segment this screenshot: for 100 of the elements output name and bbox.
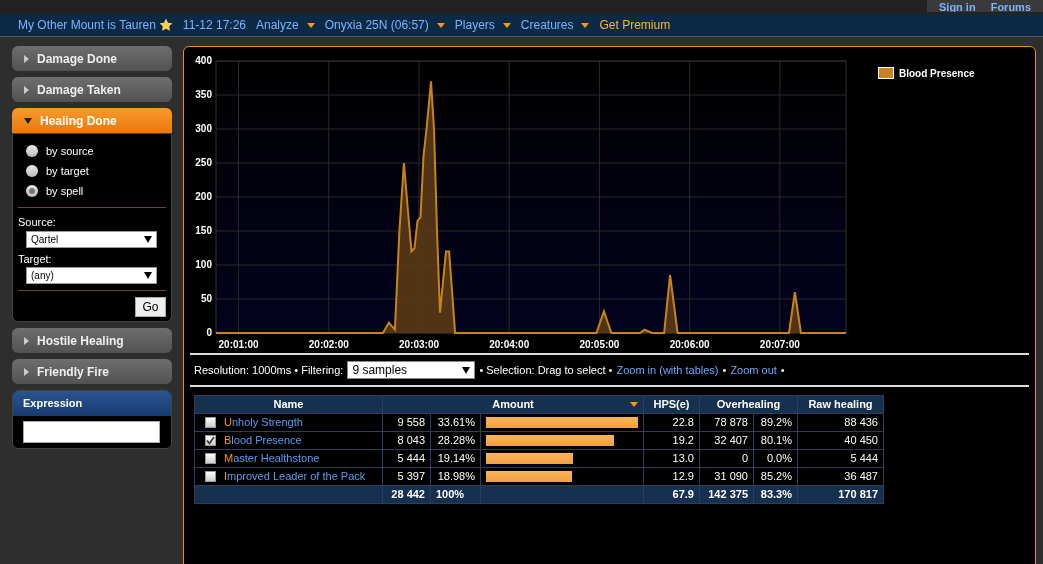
table-cell: 22.8: [643, 413, 700, 432]
y-tick-label: 400: [194, 56, 212, 66]
field-label: Source:: [18, 215, 57, 230]
legend-swatch: [878, 67, 894, 79]
table-cell: 88 436: [797, 413, 884, 432]
table-cell: 9 558: [382, 413, 431, 432]
sidebar-section-header[interactable]: Friendly Fire: [12, 359, 172, 384]
zoom-out-link[interactable]: Zoom out: [730, 361, 777, 379]
sidebar-section-header[interactable]: Hostile Healing: [12, 328, 172, 353]
y-tick-label: 300: [194, 124, 212, 134]
toolbar-text: Resolution: 1000ms • Filtering:: [194, 362, 344, 378]
y-tick-label: 200: [194, 192, 212, 202]
total-cell: 142 375: [699, 485, 754, 504]
legend-label: Blood Presence: [899, 66, 975, 81]
table-cell: 0: [699, 449, 754, 468]
source-select[interactable]: Qartel: [26, 230, 157, 248]
x-tick-label: 20:01:00: [218, 340, 259, 350]
caret-down-icon: [436, 22, 445, 28]
y-tick-label: 350: [194, 90, 212, 100]
spell-name-link[interactable]: Unholy Strength: [224, 414, 303, 431]
table-cell: 40 450: [797, 431, 884, 450]
y-tick-label: 150: [194, 226, 212, 236]
column-header[interactable]: Amount: [382, 395, 644, 414]
x-tick-label: 20:05:00: [579, 340, 620, 350]
spell-name-link[interactable]: Blood Presence: [224, 432, 302, 449]
caret-right-icon: [24, 85, 29, 94]
x-tick-label: 20:04:00: [489, 340, 530, 350]
table-cell: 78 878: [699, 413, 754, 432]
y-tick-label: 100: [194, 260, 212, 270]
row-checkbox[interactable]: [205, 471, 216, 482]
table-cell: 28.28%: [430, 431, 481, 450]
date-text: 11-12 17:26: [182, 17, 246, 34]
caret-down-icon: [502, 22, 511, 28]
table-cell: 13.0: [643, 449, 700, 468]
x-tick-label: 20:06:00: [669, 340, 710, 350]
table-cell: 19.14%: [430, 449, 481, 468]
y-tick-label: 50: [199, 294, 212, 304]
radio-label: by target: [46, 163, 89, 179]
row-checkbox[interactable]: [205, 417, 216, 428]
caret-down-icon: [581, 22, 590, 28]
total-cell: 67.9: [643, 485, 700, 504]
nav-menu[interactable]: Onyxia 25N (06:57): [324, 16, 429, 34]
radio-label: by source: [46, 143, 94, 159]
site-title[interactable]: My Other Mount is Tauren: [18, 16, 156, 34]
sidebar-section-header[interactable]: Damage Done: [12, 46, 172, 71]
caret-down-icon: [24, 117, 32, 124]
table-cell: 33.61%: [430, 413, 481, 432]
total-cell: 100%: [430, 485, 481, 504]
filter-select[interactable]: 9 samples: [347, 361, 476, 379]
caret-down-icon: [462, 366, 471, 374]
caret-down-icon: [144, 272, 152, 279]
go-button[interactable]: Go: [135, 297, 166, 317]
caret-right-icon: [24, 54, 29, 63]
column-header[interactable]: HPS(e): [643, 395, 700, 414]
table-cell: 80.1%: [753, 431, 798, 450]
row-checkbox[interactable]: [205, 453, 216, 464]
radio-button[interactable]: [26, 145, 38, 157]
radio-label: by spell: [46, 183, 84, 199]
nav-menu[interactable]: Analyze: [256, 16, 299, 34]
table-cell: 89.2%: [753, 413, 798, 432]
column-header[interactable]: Name: [194, 395, 383, 414]
sort-caret-icon: [630, 402, 638, 407]
total-cell: 83.3%: [753, 485, 798, 504]
header-link[interactable]: Forums: [990, 2, 1031, 12]
spell-name-link[interactable]: Improved Leader of the Pack: [224, 468, 366, 485]
expression-field[interactable]: [23, 421, 160, 443]
caret-down-icon: [306, 22, 315, 28]
nav-menu[interactable]: Creatures: [520, 16, 574, 34]
table-cell: 5 444: [382, 449, 431, 468]
field-label: Target:: [18, 251, 53, 267]
radio-button[interactable]: [26, 185, 38, 197]
table-cell: 32 407: [699, 431, 754, 450]
sidebar-section-header[interactable]: Damage Taken: [12, 77, 172, 102]
column-header[interactable]: Raw healing: [797, 395, 884, 414]
y-tick-label: 0: [205, 328, 212, 338]
premium-link[interactable]: Get Premium: [599, 16, 671, 34]
table-cell: 5 444: [797, 449, 884, 468]
separator-text: •: [722, 362, 727, 378]
total-cell: 170 817: [797, 485, 884, 504]
table-cell: 19.2: [643, 431, 700, 450]
separator-text: •: [780, 362, 785, 378]
radio-button[interactable]: [26, 165, 38, 177]
x-tick-label: 20:07:00: [759, 340, 800, 350]
total-cell: 28 442: [382, 485, 431, 504]
table-cell: 0.0%: [753, 449, 798, 468]
column-header[interactable]: Overhealing: [699, 395, 798, 414]
table-cell: 8 043: [382, 431, 431, 450]
x-tick-label: 20:02:00: [308, 340, 349, 350]
spell-name-link[interactable]: Master Healthstone: [224, 450, 320, 467]
row-checkbox[interactable]: [205, 435, 216, 446]
nav-menu[interactable]: Players: [454, 16, 495, 34]
target-select[interactable]: (any): [26, 267, 157, 284]
expression-header: Expression: [13, 391, 171, 416]
y-tick-label: 250: [194, 158, 212, 168]
zoom-in-link[interactable]: Zoom in (with tables): [616, 361, 719, 379]
star-icon: [158, 18, 173, 32]
x-tick-label: 20:03:00: [398, 340, 439, 350]
caret-right-icon: [24, 336, 29, 345]
toolbar-text: • Selection: Drag to select •: [479, 362, 613, 378]
caret-right-icon: [24, 367, 29, 376]
